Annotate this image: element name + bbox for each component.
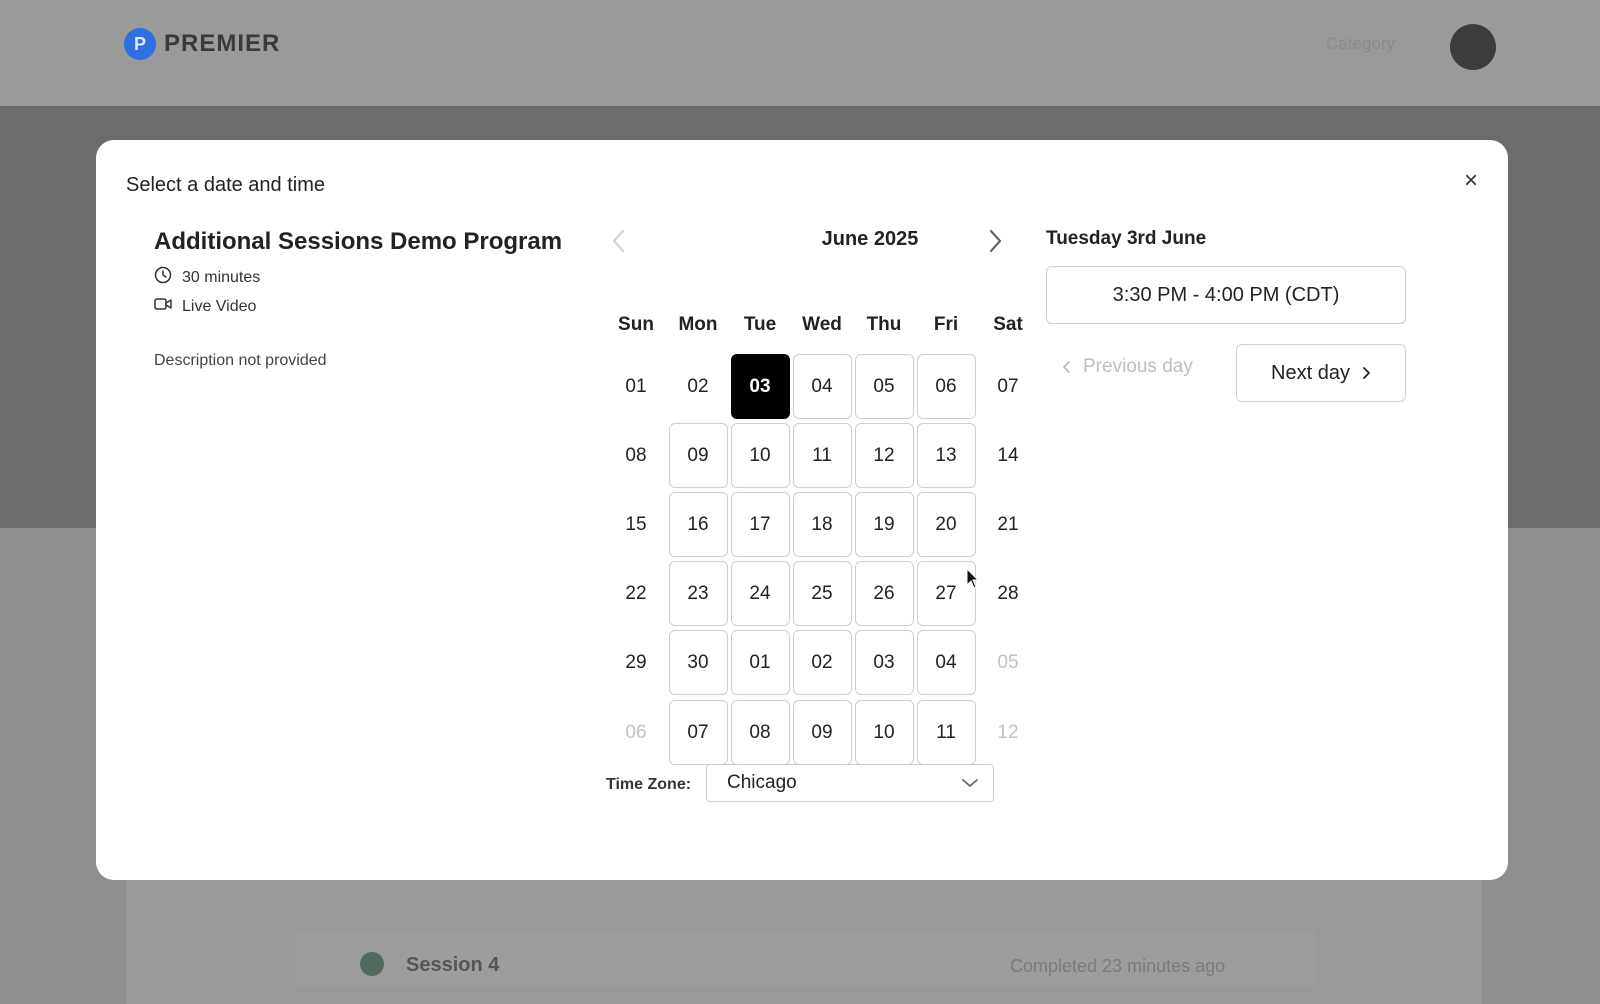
avatar[interactable]	[1450, 24, 1496, 70]
calendar-day[interactable]: 11	[916, 700, 976, 765]
calendar-day[interactable]: 19	[854, 492, 914, 557]
timezone-label: Time Zone:	[606, 776, 692, 793]
calendar-day[interactable]: 04	[792, 354, 852, 419]
nav-category[interactable]: Category	[1326, 34, 1395, 54]
calendar-day[interactable]: 07	[668, 700, 728, 765]
calendar-day[interactable]: 16	[668, 492, 728, 557]
calendar-day: 01	[625, 375, 647, 397]
calendar-day[interactable]: 09	[792, 700, 852, 765]
mouse-cursor-icon	[966, 567, 980, 595]
program-title: Additional Sessions Demo Program	[154, 228, 563, 255]
weekday-label: Wed	[802, 314, 842, 335]
duration-text: 30 minutes	[182, 268, 261, 286]
calendar-day[interactable]: 03	[854, 630, 914, 695]
format-text: Live Video	[182, 297, 257, 315]
session-label: Session 4	[406, 954, 500, 976]
calendar-day: 28	[997, 582, 1019, 604]
duration-row: 30 minutes	[154, 266, 594, 289]
calendar-day: 29	[625, 651, 647, 673]
calendar-day[interactable]: 04	[916, 630, 976, 695]
calendar-day[interactable]: 24	[730, 561, 790, 626]
next-day-label: Next day	[1271, 361, 1350, 384]
previous-month-button[interactable]	[604, 226, 632, 256]
date-time-modal: Select a date and time × Additional Sess…	[96, 140, 1508, 880]
calendar-day[interactable]: 11	[792, 423, 852, 488]
chevron-right-icon	[989, 229, 1002, 253]
calendar-day: 07	[997, 375, 1019, 397]
format-row: Live Video	[154, 297, 594, 316]
logo-text: PREMIER	[164, 30, 281, 57]
next-month-button[interactable]	[982, 226, 1010, 256]
calendar-day[interactable]: 20	[916, 492, 976, 557]
calendar-day[interactable]: 13	[916, 423, 976, 488]
calendar-day: 02	[687, 375, 709, 397]
calendar-day[interactable]: 10	[854, 700, 914, 765]
calendar-day: 05	[997, 651, 1019, 673]
calendar-day[interactable]: 08	[730, 700, 790, 765]
calendar-day: 08	[625, 444, 647, 466]
weekday-label: Tue	[743, 314, 777, 335]
calendar-day[interactable]: 23	[668, 561, 728, 626]
weekday-label: Fri	[933, 314, 959, 335]
calendar-day[interactable]: 12	[854, 423, 914, 488]
chevron-right-icon	[1363, 367, 1370, 379]
page-header: P PREMIER Category	[0, 0, 1600, 106]
calendar-day[interactable]: 26	[854, 561, 914, 626]
calendar-day: 06	[625, 721, 647, 743]
calendar-day[interactable]: 18	[792, 492, 852, 557]
calendar-day[interactable]: 25	[792, 561, 852, 626]
weekday-label: Sun	[618, 314, 654, 335]
session-status-dot	[360, 952, 384, 976]
calendar-day-selected[interactable]: 03	[730, 354, 790, 419]
logo-icon: P	[124, 28, 156, 60]
weekday-label: Sat	[993, 314, 1023, 335]
calendar-day: 14	[997, 444, 1019, 466]
calendar-day[interactable]: 01	[730, 630, 790, 695]
chevron-down-icon	[962, 779, 978, 787]
month-label: June 2025	[821, 228, 919, 250]
calendar-day[interactable]: 17	[730, 492, 790, 557]
previous-day-button[interactable]: Previous day	[1062, 356, 1193, 378]
calendar-day: 21	[997, 513, 1019, 535]
calendar-day: 22	[625, 582, 647, 604]
chevron-left-icon	[1063, 361, 1070, 373]
program-info: Additional Sessions Demo Program 30 minu…	[154, 228, 594, 370]
video-camera-icon	[154, 297, 172, 316]
calendar-day[interactable]: 05	[854, 354, 914, 419]
modal-title: Select a date and time	[126, 174, 326, 196]
program-description: Description not provided	[154, 352, 327, 369]
previous-day-label: Previous day	[1083, 356, 1193, 377]
calendar-day: 15	[625, 513, 647, 535]
calendar-day[interactable]: 30	[668, 630, 728, 695]
timezone-value: Chicago	[727, 772, 797, 793]
calendar-day: 12	[997, 721, 1019, 743]
calendar-day[interactable]: 10	[730, 423, 790, 488]
next-day-button[interactable]: Next day	[1236, 344, 1406, 402]
logo: P PREMIER	[124, 28, 280, 60]
calendar-day[interactable]: 06	[916, 354, 976, 419]
chevron-left-icon	[612, 229, 625, 253]
time-slot-button[interactable]: 3:30 PM - 4:00 PM (CDT)	[1046, 266, 1406, 324]
clock-icon	[154, 266, 172, 289]
weekday-label: Mon	[678, 314, 718, 335]
calendar-day[interactable]: 09	[668, 423, 728, 488]
session-status: Completed 23 minutes ago	[1010, 956, 1226, 976]
timezone-select[interactable]: Chicago	[706, 764, 994, 802]
close-icon[interactable]: ×	[1458, 168, 1484, 194]
calendar-day[interactable]: 02	[792, 630, 852, 695]
weekday-label: Thu	[866, 314, 902, 335]
selected-date-heading: Tuesday 3rd June	[1046, 228, 1207, 249]
